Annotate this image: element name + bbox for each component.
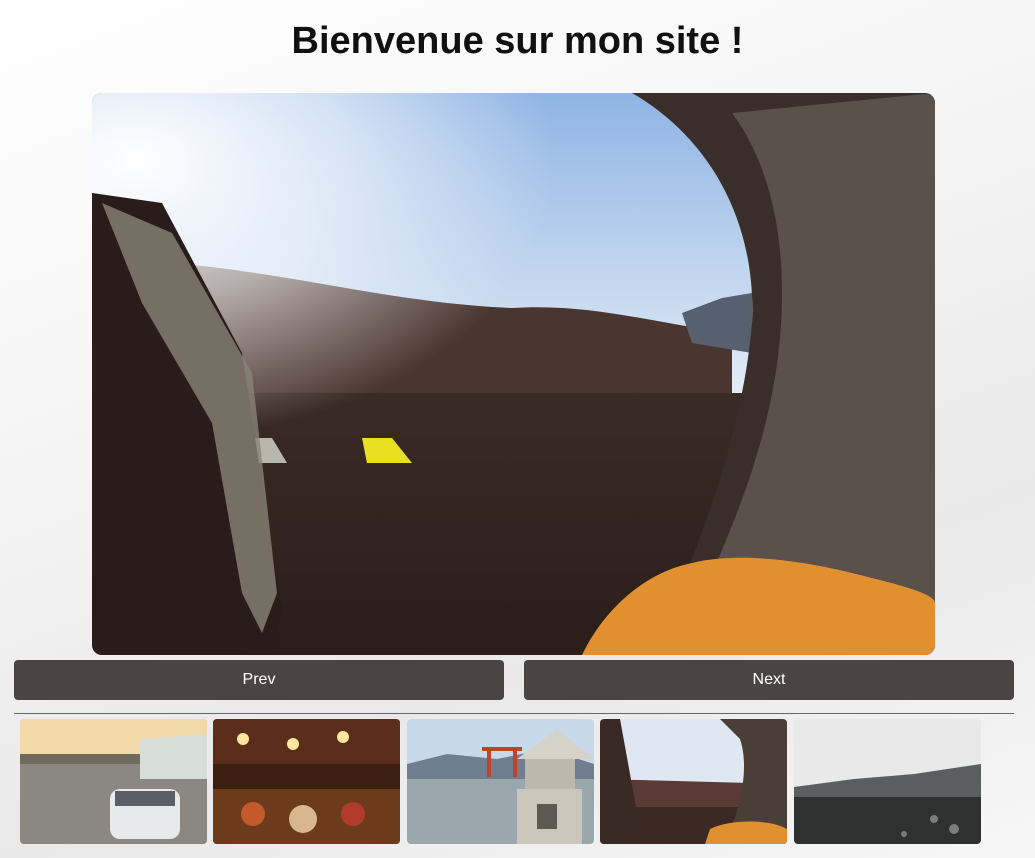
thumbnail-street[interactable]: [20, 719, 207, 844]
thumbnail-strip: [20, 719, 1000, 844]
field-photo-image: [794, 719, 981, 844]
torii-photo-image: [407, 719, 594, 844]
thumbnail-market[interactable]: [213, 719, 400, 844]
main-photo: [92, 93, 935, 655]
divider: [14, 713, 1014, 714]
market-photo-image: [213, 719, 400, 844]
prev-button[interactable]: Prev: [14, 660, 504, 700]
thumbnail-torii[interactable]: [407, 719, 594, 844]
next-button[interactable]: Next: [524, 660, 1014, 700]
tent-photo-image: [92, 93, 935, 655]
tent-thumb-image: [600, 719, 787, 844]
street-photo-image: [20, 719, 207, 844]
thumbnail-field[interactable]: [794, 719, 981, 844]
page-title: Bienvenue sur mon site !: [291, 20, 744, 62]
thumbnail-tent[interactable]: [600, 719, 787, 844]
